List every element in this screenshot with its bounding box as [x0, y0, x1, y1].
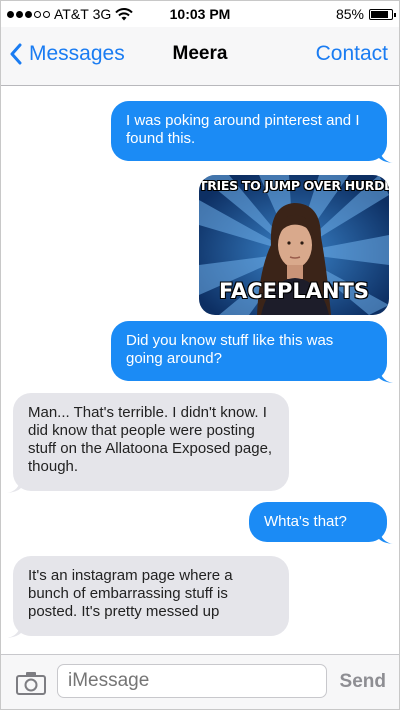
battery-icon — [369, 8, 396, 20]
message-text: It's an instagram page where a bunch of … — [28, 567, 233, 620]
message-outgoing[interactable]: Whta's that? — [249, 502, 387, 542]
status-right: 85% — [335, 6, 396, 22]
message-incoming[interactable]: Man... That's terrible. I didn't know. I… — [13, 393, 289, 491]
bubble-tail — [379, 148, 393, 163]
contact-button[interactable]: Contact — [316, 42, 388, 66]
battery-level — [371, 10, 388, 18]
message-outgoing[interactable]: I was poking around pinterest and I foun… — [111, 101, 387, 161]
message-image[interactable]: TRIES TO JUMP OVER HURDLE FACEPLANTS — [199, 175, 389, 315]
bubble-tail — [379, 368, 393, 383]
meme-bottom-text: FACEPLANTS — [219, 279, 369, 303]
send-button[interactable]: Send — [340, 671, 386, 693]
message-input[interactable] — [57, 664, 327, 698]
battery-percent: 85% — [335, 6, 364, 22]
message-list: I was poking around pinterest and I foun… — [1, 86, 399, 654]
message-text: Man... That's terrible. I didn't know. I… — [28, 404, 273, 475]
bubble-tail — [7, 623, 21, 638]
messages-screen: AT&T 3G 10:03 PM 85% Messages Meera Cont… — [0, 0, 400, 710]
compose-bar: Send — [1, 654, 399, 709]
message-text: Did you know stuff like this was going a… — [126, 332, 334, 367]
message-outgoing[interactable]: Did you know stuff like this was going a… — [111, 321, 387, 381]
message-text: I was poking around pinterest and I foun… — [126, 112, 360, 147]
meme-top-text: TRIES TO JUMP OVER HURDLE — [199, 178, 389, 193]
nav-bar: Messages Meera Contact — [1, 27, 399, 86]
camera-icon[interactable] — [15, 671, 47, 695]
bubble-tail — [7, 478, 21, 493]
message-text: Whta's that? — [264, 513, 347, 530]
bubble-tail — [379, 529, 393, 544]
message-incoming[interactable]: It's an instagram page where a bunch of … — [13, 556, 289, 636]
status-bar: AT&T 3G 10:03 PM 85% — [1, 1, 399, 27]
